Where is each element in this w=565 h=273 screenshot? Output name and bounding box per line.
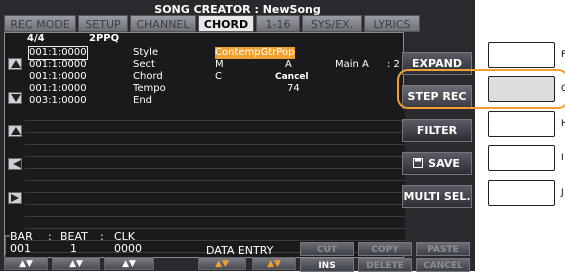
floppy-disk-icon <box>413 158 423 168</box>
time-signature: 4/4 <box>27 33 45 44</box>
ins-button[interactable]: INS <box>300 258 354 272</box>
cut-button[interactable]: CUT <box>300 242 354 256</box>
scroll-down-button[interactable] <box>8 92 22 104</box>
tab-lyrics[interactable]: LYRICS <box>364 15 420 32</box>
hardware-button-g[interactable] <box>488 76 555 102</box>
event-data-2: A <box>285 59 292 70</box>
event-row[interactable]: 003:1:0000 End <box>25 95 405 107</box>
tab-chord[interactable]: CHORD <box>198 15 254 32</box>
save-label: SAVE <box>428 157 460 170</box>
bar-adjust-button[interactable]: ▲▼ <box>4 257 48 270</box>
multi-select-button[interactable]: MULTI SEL. <box>402 185 472 208</box>
event-data-3: Main A <box>335 59 369 70</box>
hw-label-h: H <box>561 119 565 129</box>
left-button-3[interactable] <box>8 125 22 137</box>
hardware-button-f[interactable] <box>488 42 555 68</box>
left-button-5[interactable] <box>8 192 22 204</box>
hardware-button-h[interactable] <box>488 111 555 137</box>
data-entry-left-button[interactable]: ▲▼ <box>198 257 246 270</box>
step-rec-button[interactable]: STEP REC <box>402 85 472 108</box>
event-type: Sect <box>133 59 155 70</box>
clk-value: 0000 <box>114 242 142 255</box>
event-row[interactable]: 001:1:0000 Style ContempGtrPop <box>25 46 405 60</box>
event-list-panel: 4/4 2PPQ 001:1:0000 Style ContempGtrPop … <box>4 32 405 258</box>
resolution: 2PPQ <box>89 33 120 44</box>
triangle-down-icon <box>11 94 21 102</box>
event-data-4: : 2 <box>387 59 400 70</box>
event-data-2: 74 <box>287 83 300 94</box>
event-data-style-name[interactable]: ContempGtrPop <box>215 47 295 59</box>
list-header: 4/4 2PPQ <box>5 33 403 46</box>
event-type: Style <box>133 47 159 58</box>
event-type: End <box>133 95 153 106</box>
delete-button[interactable]: DELETE <box>358 258 412 272</box>
copy-button[interactable]: COPY <box>358 242 412 256</box>
hw-label-f: F <box>561 50 565 60</box>
paste-button[interactable]: PASTE <box>416 242 470 256</box>
expand-button[interactable]: EXPAND <box>402 52 472 75</box>
filter-button[interactable]: FILTER <box>402 119 472 142</box>
event-type: Chord <box>133 71 163 82</box>
tab-bar: REC MODE SETUP CHANNEL CHORD 1-16 SYS/EX… <box>4 15 471 32</box>
hw-label-j: J <box>561 188 564 198</box>
hardware-button-i[interactable] <box>488 145 555 171</box>
clk-adjust-button[interactable]: ▲▼ <box>104 257 154 270</box>
data-entry-label: DATA ENTRY <box>206 244 274 257</box>
triangle-right-icon <box>11 194 19 202</box>
event-data-1: C <box>215 71 222 82</box>
cancel-button[interactable]: CANCEL <box>416 258 470 272</box>
left-button-4[interactable] <box>8 158 22 170</box>
event-time[interactable]: 001:1:0000 <box>28 46 88 60</box>
hw-label-g: G <box>561 84 565 94</box>
beat-adjust-button[interactable]: ▲▼ <box>52 257 100 270</box>
lcd-screen: SONG CREATOR : NewSong REC MODE SETUP CH… <box>0 0 475 272</box>
event-type: Tempo <box>133 83 166 94</box>
save-button[interactable]: SAVE <box>402 152 472 175</box>
event-time: 001:1:0000 <box>29 59 87 70</box>
event-data-1: M <box>215 59 224 70</box>
event-time: 001:1:0000 <box>29 71 87 82</box>
tab-channel[interactable]: CHANNEL <box>130 15 196 32</box>
bar-value: 001 <box>10 242 31 255</box>
data-entry-right-button[interactable]: ▲▼ <box>252 257 296 270</box>
scroll-up-button[interactable] <box>8 58 22 70</box>
event-data-2: Cancel <box>275 72 309 82</box>
event-row[interactable]: 001:1:0000 Tempo 74 <box>25 83 405 95</box>
event-row[interactable]: 001:1:0000 Sect M A Main A : 2 <box>25 59 405 71</box>
tab-setup[interactable]: SETUP <box>78 15 128 32</box>
tab-sysex[interactable]: SYS/EX. <box>302 15 362 32</box>
beat-value: 1 <box>70 242 77 255</box>
event-row[interactable]: 001:1:0000 Chord C Cancel <box>25 71 405 83</box>
tab-1-16[interactable]: 1-16 <box>256 15 300 32</box>
event-time: 001:1:0000 <box>29 83 87 94</box>
tab-rec-mode[interactable]: REC MODE <box>4 15 76 32</box>
triangle-left-icon <box>13 160 21 168</box>
triangle-up-icon <box>11 60 21 68</box>
hw-label-i: I <box>561 153 564 163</box>
hardware-button-j[interactable] <box>488 180 555 206</box>
event-time: 003:1:0000 <box>29 95 87 106</box>
triangle-up-icon <box>11 127 21 135</box>
